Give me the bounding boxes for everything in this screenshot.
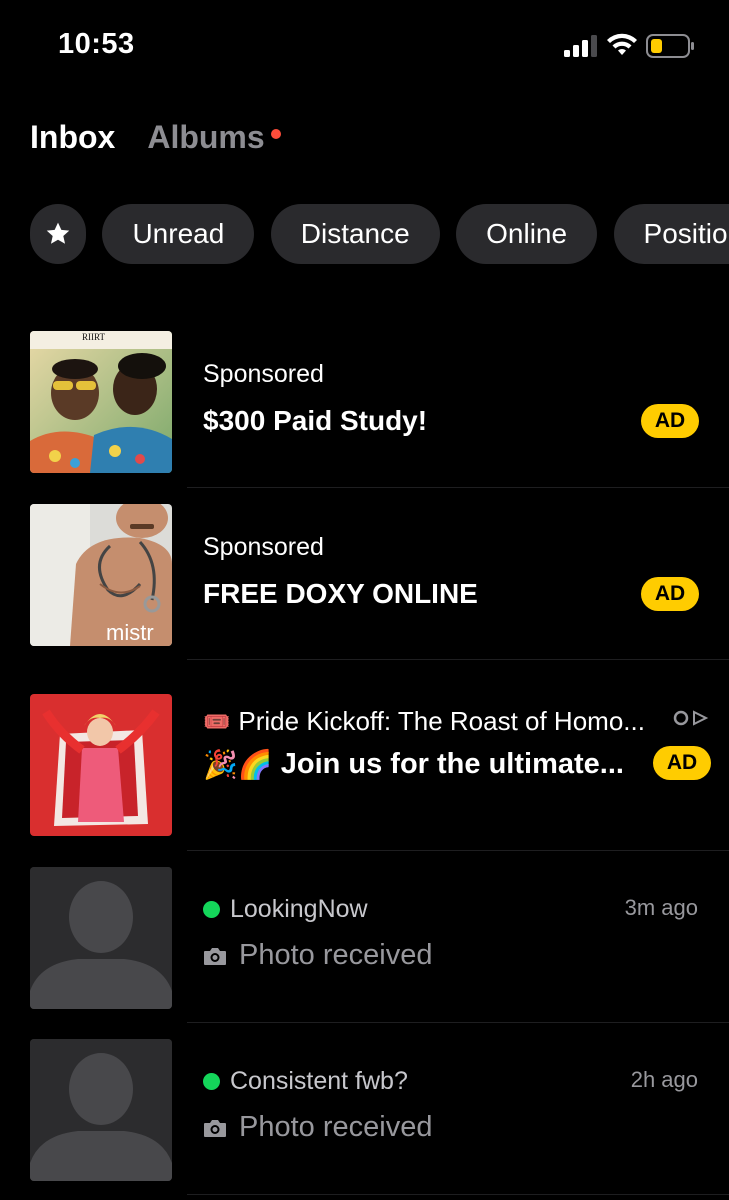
ad-thumbnail: mistr [30,504,172,646]
albums-notification-dot [270,129,281,139]
status-bar: 10:53 [0,0,729,95]
adchoices-icon[interactable] [672,709,710,727]
conversation-time: 2h ago [630,1067,698,1092]
online-status-dot [203,1073,220,1090]
conversation-name: Consistent fwb? [203,1067,408,1096]
ad-title: FREE DOXY ONLINE [203,578,478,609]
ad-badge: AD [641,577,699,611]
battery-icon [646,34,694,58]
ad-thumbnail: RIIRT [30,331,172,473]
conversation-name-text: Consistent fwb? [230,1067,408,1095]
tab-inbox[interactable]: Inbox [30,119,115,156]
online-status-dot [203,901,220,918]
conversation-time: 3m ago [624,895,698,920]
message-preview: Photo received [203,939,432,972]
list-item-ad[interactable]: mistr Sponsored FREE DOXY ONLINE AD [0,488,729,660]
wifi-icon [607,33,637,55]
message-preview: Photo received [203,1111,432,1144]
filter-chip-distance[interactable]: Distance [270,204,440,264]
message-preview-text: Photo received [239,1111,433,1143]
status-time: 10:53 [58,28,135,60]
ticket-emoji: 🎟️ [203,708,231,734]
list-item-message[interactable]: Consistent fwb? 2h ago Photo received [0,1023,729,1195]
conversation-name-text: LookingNow [230,895,368,923]
ad-thumbnail-caption: RIIRT [82,332,105,342]
sponsored-label: Sponsored [203,533,324,561]
tab-albums-label: Albums [147,119,265,155]
list-item-ad[interactable]: RIIRT Sponsored $300 Paid Study! AD [0,315,729,488]
filter-chips: Unread Distance Online Position [30,204,729,264]
filter-chip-unread[interactable]: Unread [102,204,255,264]
party-rainbow-emoji: 🎉🌈 [203,749,273,780]
event-body-line: 🎉🌈 Join us for the ultimate... [203,748,624,781]
ad-title: $300 Paid Study! [203,405,428,436]
ad-thumbnail [30,694,172,836]
inbox-tabs: Inbox Albums [30,115,313,160]
tab-albums[interactable]: Albums [147,119,281,156]
event-body: Join us for the ultimate... [280,748,624,780]
message-preview-text: Photo received [239,939,433,971]
list-item-message[interactable]: LookingNow 3m ago Photo received [0,851,729,1023]
sponsored-label: Sponsored [203,360,324,388]
star-icon [46,222,70,244]
conversation-list: RIIRT Sponsored $300 Paid Study! AD mist… [0,315,729,1195]
ad-badge: AD [653,746,711,780]
camera-icon [204,1119,226,1137]
filter-chip-online[interactable]: Online [456,204,598,264]
profile-placeholder [30,867,172,1009]
event-title: Pride Kickoff: The Roast of Homo... [238,706,645,736]
row-divider [187,1194,729,1195]
event-title-line: 🎟️ Pride Kickoff: The Roast of Homo... [203,706,645,737]
conversation-name: LookingNow [203,895,368,924]
favorites-filter-button[interactable] [30,204,86,264]
ad-badge: AD [641,404,699,438]
ad-thumbnail-caption: mistr [106,620,154,645]
list-item-event-ad[interactable]: 🎟️ Pride Kickoff: The Roast of Homo... 🎉… [0,660,729,851]
filter-chip-position[interactable]: Position [613,204,729,264]
profile-placeholder [30,1039,172,1181]
camera-icon [204,947,226,965]
cellular-signal-icon [564,35,597,57]
